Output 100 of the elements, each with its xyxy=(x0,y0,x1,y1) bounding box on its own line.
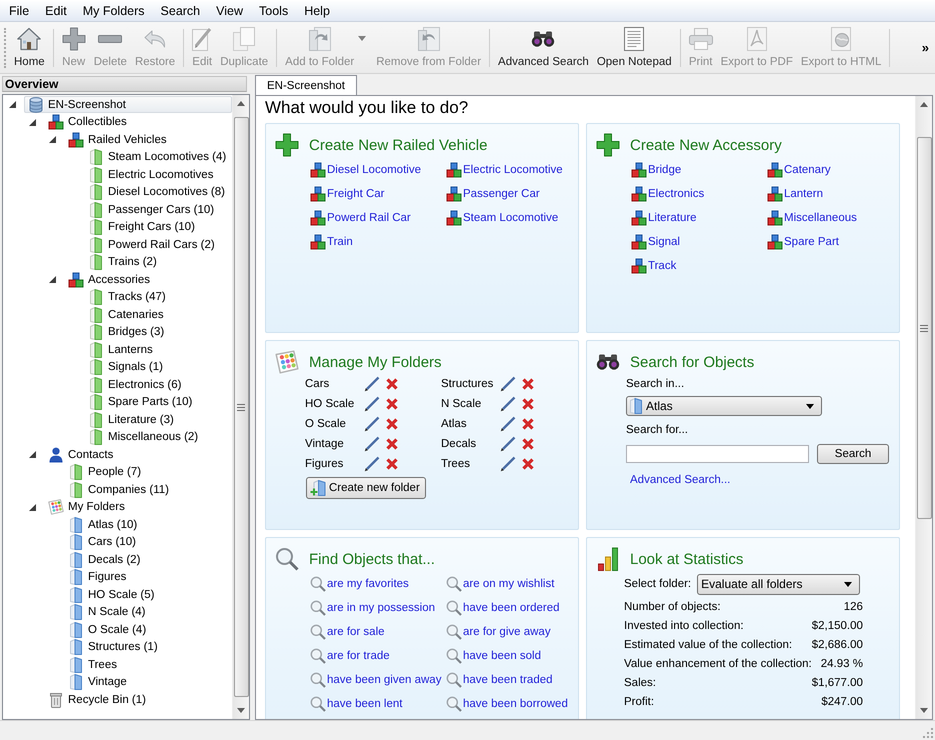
tree-item[interactable]: Literature (3) xyxy=(84,411,179,428)
link[interactable]: have been ordered xyxy=(446,600,560,616)
create-folder-button[interactable]: Create new folder xyxy=(306,477,426,499)
link[interactable]: Freight Car xyxy=(310,186,385,202)
tree-item[interactable]: Structures (1) xyxy=(64,638,163,656)
link[interactable]: Powerd Rail Car xyxy=(310,210,411,226)
link[interactable]: Steam Locomotive xyxy=(446,210,558,226)
tree-item[interactable]: Freight Cars (10) xyxy=(84,218,200,236)
cross-icon[interactable] xyxy=(385,377,399,391)
pencil-icon[interactable] xyxy=(500,436,516,452)
tree-item[interactable]: HO Scale (5) xyxy=(64,586,160,604)
expand-arrow-icon[interactable] xyxy=(48,276,56,284)
tree-item[interactable]: People (7) xyxy=(64,464,146,481)
cross-icon[interactable] xyxy=(385,437,399,451)
cross-icon[interactable] xyxy=(385,457,399,471)
link[interactable]: Electric Locomotive xyxy=(446,162,563,178)
tree-item[interactable]: Bridges (3) xyxy=(84,324,170,341)
link[interactable]: Signal xyxy=(631,234,680,250)
tree-item[interactable]: Decals (2) xyxy=(64,551,146,568)
scroll-thumb[interactable] xyxy=(916,137,932,519)
pencil-icon[interactable] xyxy=(500,416,516,432)
expand-arrow-icon[interactable] xyxy=(28,451,36,458)
pencil-icon[interactable] xyxy=(364,396,380,412)
advanced-search-link[interactable]: Advanced Search... xyxy=(630,470,730,490)
tree-item[interactable]: Atlas (10) xyxy=(64,516,142,534)
tree-item[interactable]: N Scale (4) xyxy=(64,604,151,621)
up-arrow-icon[interactable] xyxy=(920,102,928,107)
link[interactable]: Track xyxy=(631,258,676,274)
menu-item[interactable]: Edit xyxy=(37,2,75,20)
link[interactable]: are in my possession xyxy=(310,600,436,616)
scrollbar[interactable] xyxy=(232,95,249,719)
menu-item[interactable]: View xyxy=(208,2,252,20)
link[interactable]: are my favorites xyxy=(310,576,409,592)
menu-item[interactable]: Tools xyxy=(251,2,296,20)
search-button[interactable]: Search xyxy=(817,444,889,464)
open-notepad-button[interactable]: Open Notepad xyxy=(592,24,676,70)
overflow-button[interactable]: » xyxy=(920,40,931,55)
link[interactable]: have been traded xyxy=(446,672,553,688)
link[interactable]: Lantern xyxy=(767,186,824,202)
tree-item[interactable]: O Scale (4) xyxy=(64,621,152,638)
tree-item[interactable]: Recycle Bin (1) xyxy=(44,691,151,708)
tree-item[interactable]: Electronics (6) xyxy=(84,376,186,394)
tree-item[interactable]: Powerd Rail Cars (2) xyxy=(84,236,220,254)
tree-item[interactable]: Cars (10) xyxy=(64,534,141,551)
link[interactable]: are for sale xyxy=(310,624,385,640)
tree-item[interactable]: Companies (11) xyxy=(64,481,174,498)
tree-item[interactable]: Trains (2) xyxy=(84,254,162,271)
menu-item[interactable]: Help xyxy=(296,2,338,20)
menu-item[interactable]: My Folders xyxy=(74,2,153,20)
tree-item[interactable]: Tracks (47) xyxy=(84,288,171,306)
link[interactable]: have been lent xyxy=(310,696,402,712)
menu-item[interactable]: Search xyxy=(152,2,208,20)
link[interactable]: Catenary xyxy=(767,162,831,178)
down-arrow-icon[interactable] xyxy=(920,708,928,713)
tree-item[interactable]: Figures xyxy=(64,568,132,586)
pencil-icon[interactable] xyxy=(500,456,516,472)
tree-item[interactable]: Spare Parts (10) xyxy=(84,394,198,411)
cross-icon[interactable] xyxy=(521,417,535,431)
tree-item[interactable]: EN-Screenshot xyxy=(24,96,232,114)
link[interactable]: Spare Part xyxy=(767,234,839,250)
folder-dropdown[interactable]: Atlas xyxy=(626,396,822,416)
tree-item[interactable]: Vintage xyxy=(64,674,132,691)
expand-arrow-icon[interactable] xyxy=(8,101,16,108)
tree-item[interactable]: Passenger Cars (10) xyxy=(84,201,220,218)
link[interactable]: Train xyxy=(310,234,353,250)
scrollbar[interactable] xyxy=(915,96,932,719)
tree-item[interactable]: Trees xyxy=(64,656,122,674)
tree-item[interactable]: Miscellaneous (2) xyxy=(84,428,204,446)
link[interactable]: Bridge xyxy=(631,162,682,178)
search-field[interactable] xyxy=(626,445,809,463)
advanced-search-button[interactable]: Advanced Search xyxy=(494,24,593,70)
tree-item[interactable]: Signals (1) xyxy=(84,358,168,376)
menu-item[interactable]: File xyxy=(1,2,38,20)
pencil-icon[interactable] xyxy=(500,396,516,412)
tree-item[interactable]: Accessories xyxy=(64,271,155,288)
link[interactable]: Passenger Car xyxy=(446,186,540,202)
resize-grip-icon[interactable] xyxy=(922,727,933,738)
tree-item[interactable]: Diesel Locomotives (8) xyxy=(84,184,230,201)
link[interactable]: have been sold xyxy=(446,648,542,664)
pencil-icon[interactable] xyxy=(364,416,380,432)
link[interactable]: Electronics xyxy=(631,186,704,202)
expand-arrow-icon[interactable] xyxy=(28,118,36,126)
link[interactable]: are for give away xyxy=(446,624,551,640)
cross-icon[interactable] xyxy=(521,457,535,471)
tree-item[interactable]: Electric Locomotives xyxy=(84,166,218,184)
link[interactable]: Miscellaneous xyxy=(767,210,857,226)
pencil-icon[interactable] xyxy=(500,376,516,392)
cross-icon[interactable] xyxy=(521,397,535,411)
pencil-icon[interactable] xyxy=(364,376,380,392)
up-arrow-icon[interactable] xyxy=(237,101,245,106)
folder-dropdown[interactable]: Evaluate all folders xyxy=(697,574,860,594)
link[interactable]: Diesel Locomotive xyxy=(310,162,421,178)
link[interactable]: have been borrowed xyxy=(446,696,568,712)
tree-item[interactable]: My Folders xyxy=(44,498,130,516)
link[interactable]: are on my wishlist xyxy=(446,576,554,592)
scroll-thumb[interactable] xyxy=(234,117,248,697)
pencil-icon[interactable] xyxy=(364,436,380,452)
link[interactable]: are for trade xyxy=(310,648,390,664)
link[interactable]: Literature xyxy=(631,210,697,226)
cross-icon[interactable] xyxy=(521,437,535,451)
